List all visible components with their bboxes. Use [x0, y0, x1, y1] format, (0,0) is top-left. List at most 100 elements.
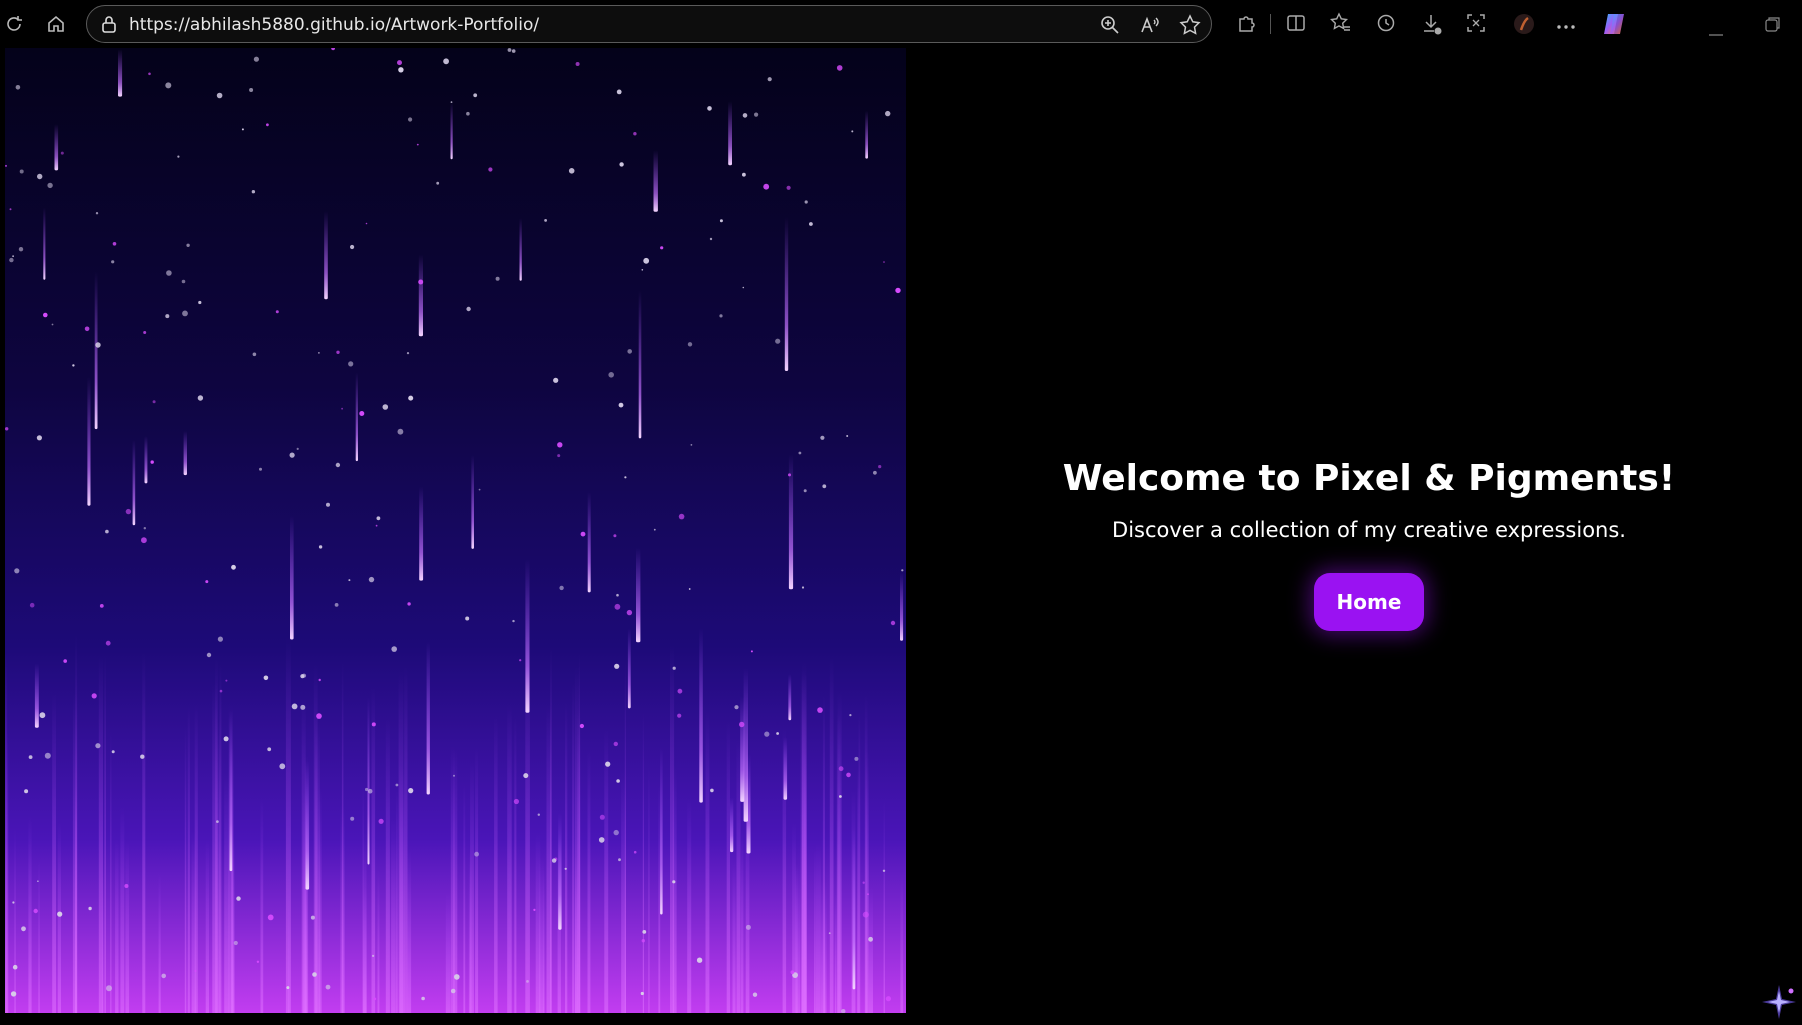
url-text[interactable]: https://abhilash5880.github.io/Artwork-P… [129, 15, 539, 35]
star-dot [803, 489, 807, 493]
star-dot [9, 208, 12, 211]
star-dot [111, 750, 115, 754]
copilot-icon[interactable] [1600, 10, 1628, 42]
light-ray [158, 872, 161, 1013]
puzzle-icon[interactable] [1235, 12, 1257, 38]
light-ray [820, 879, 825, 1013]
star-dot [312, 972, 317, 977]
read-aloud-icon[interactable] [1139, 14, 1161, 40]
star-dot [165, 314, 170, 319]
star-dot [407, 602, 411, 606]
star-dot [231, 564, 236, 570]
star-dot [820, 435, 825, 440]
home-button[interactable]: Home [1314, 573, 1424, 631]
star-dot [599, 814, 605, 820]
star-dot [334, 603, 339, 607]
star-dot [378, 818, 384, 824]
star-dot [111, 260, 115, 264]
star-dot [867, 893, 869, 896]
restore-icon[interactable] [1765, 16, 1781, 36]
light-ray [837, 690, 842, 1013]
star-dot [391, 646, 398, 652]
star-dot [143, 527, 146, 530]
profile-icon[interactable] [1512, 12, 1536, 40]
star-dot [739, 721, 745, 728]
light-ray [865, 750, 869, 1013]
star-dot [809, 222, 813, 226]
star-dot [348, 361, 354, 367]
star-dot [696, 957, 703, 963]
meteor-streak [34, 663, 39, 728]
light-ray [362, 887, 367, 1013]
star-dot [707, 106, 712, 111]
star-dot [365, 787, 369, 792]
star-dot [839, 795, 842, 798]
lock-icon[interactable] [99, 14, 119, 38]
history-icon[interactable] [1375, 12, 1397, 38]
light-ray [120, 806, 125, 1013]
star-dot [614, 663, 620, 669]
star-dot [642, 930, 647, 934]
star-dot [252, 352, 257, 357]
star-dot [318, 678, 321, 682]
light-ray [494, 715, 498, 1013]
light-ray [815, 844, 821, 1013]
toolbar-divider [1270, 14, 1271, 34]
light-ray [814, 848, 816, 1013]
star-dot [397, 428, 404, 435]
favorites-icon[interactable] [1329, 12, 1352, 38]
star-dot [21, 926, 26, 932]
star-dot [105, 640, 111, 646]
star-dot [365, 222, 368, 225]
light-ray [407, 849, 412, 1013]
star-icon[interactable] [1179, 14, 1201, 40]
star-dot [788, 473, 791, 477]
star-dot [28, 755, 33, 759]
star-dot [633, 132, 637, 136]
star-dot [5, 164, 7, 167]
star-dot [885, 110, 891, 117]
download-icon[interactable] [1420, 12, 1444, 40]
star-dot [300, 704, 306, 710]
sparkle-icon[interactable] [1760, 983, 1798, 1025]
star-dot [150, 460, 154, 464]
star-dot [376, 516, 381, 521]
star-dot [627, 349, 632, 354]
star-dot [275, 310, 279, 314]
star-dot [798, 451, 802, 455]
star-dot [616, 89, 622, 95]
star-dot [91, 693, 97, 699]
star-dot [44, 752, 51, 759]
star-dot [12, 901, 15, 904]
meteor-streak [183, 430, 187, 476]
split-screen-icon[interactable] [1285, 12, 1307, 38]
light-ray [391, 816, 396, 1013]
home-icon[interactable] [42, 10, 70, 38]
star-dot [241, 128, 244, 131]
star-dot [219, 689, 223, 693]
light-ray [6, 732, 9, 1013]
star-dot [251, 190, 256, 194]
screenshot-icon[interactable] [1465, 12, 1487, 38]
meteor-streak [54, 124, 59, 171]
minimize-icon[interactable] [1708, 22, 1724, 41]
light-ray [404, 666, 408, 1013]
star-dot [106, 985, 112, 992]
star-dot [868, 936, 873, 942]
address-bar[interactable]: https://abhilash5880.github.io/Artwork-P… [86, 5, 1212, 43]
star-dot [300, 674, 305, 679]
star-dot [47, 182, 53, 189]
more-icon[interactable] [1555, 16, 1577, 35]
light-ray [475, 747, 479, 1013]
star-dot [373, 997, 377, 1001]
zoom-icon[interactable] [1099, 14, 1121, 40]
light-ray [740, 830, 744, 1013]
reload-icon[interactable] [0, 10, 28, 38]
star-dot [742, 113, 748, 118]
star-dot [350, 816, 355, 821]
star-dot [641, 939, 645, 943]
star-dot [206, 652, 212, 658]
star-dot [408, 788, 414, 794]
star-dot [408, 395, 414, 401]
star-dot [43, 312, 48, 318]
